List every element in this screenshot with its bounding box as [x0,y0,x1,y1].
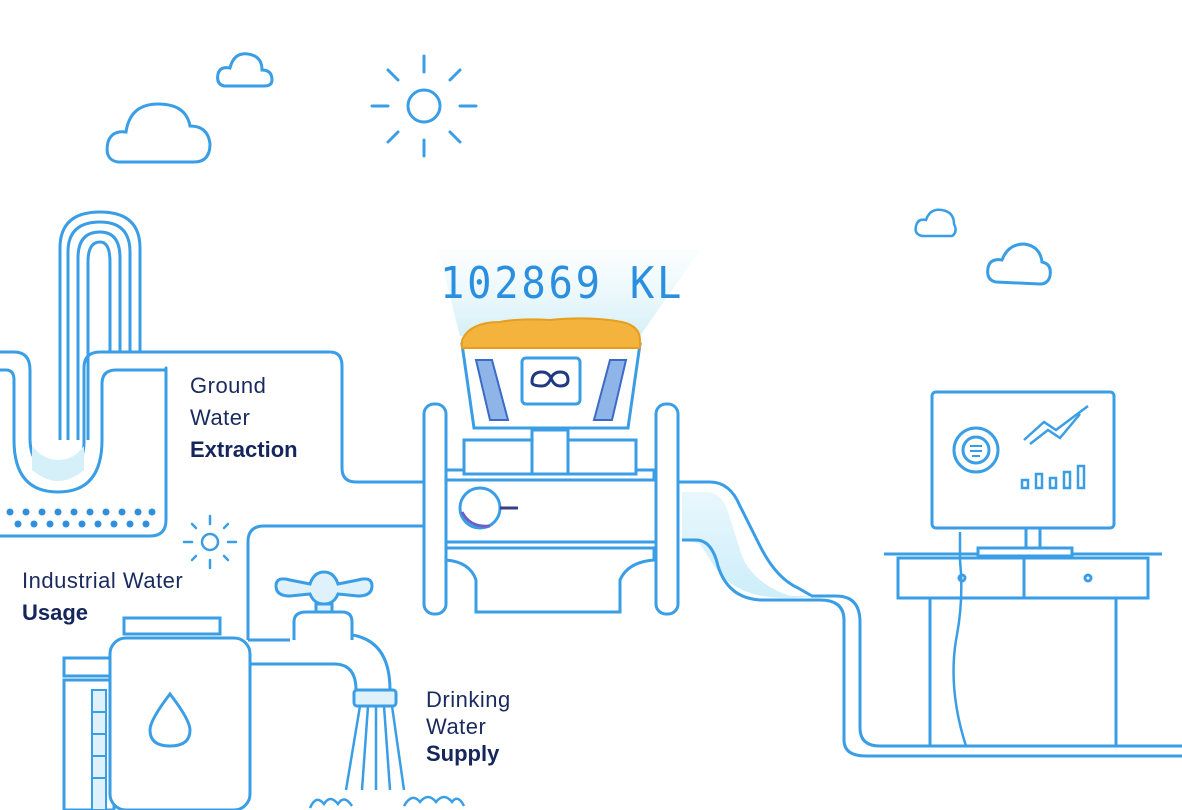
cloud-icon [914,208,957,238]
drinking-line1: Drinking [426,687,511,712]
sun-icon [182,514,238,570]
illustration [0,52,1182,810]
cloud-icon [105,102,212,164]
ground-water-line2: Water [190,405,251,430]
cloud-icon [986,242,1052,286]
meter-icon [422,317,680,616]
meter-reading: 102869 KL [440,258,685,309]
drinking-line2: Water [426,714,487,739]
sun-icon [370,54,478,158]
monitor-icon [930,390,1116,558]
industrial-line1: Industrial Water [22,568,184,593]
industrial-line2: Usage [22,600,89,625]
cloud-icon [216,52,274,88]
drinking-line3: Supply [426,741,500,766]
drinking-water-label: Drinking Water Supply [426,686,511,767]
desk-icon [884,532,1162,747]
water-droplets [6,508,156,528]
ground-water-label: Ground Water Extraction [190,370,298,466]
tap-icon [274,570,398,708]
ground-water-line3: Extraction [190,437,298,462]
industrial-water-label: Industrial Water Usage [22,565,183,629]
ground-water-line1: Ground [190,373,267,398]
